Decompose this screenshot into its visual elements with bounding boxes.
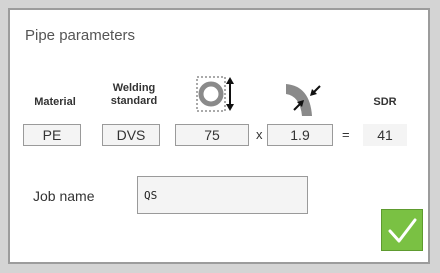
job-name-input[interactable]: QS [137,176,308,214]
wall-thickness-field[interactable]: 1.9 [267,124,333,146]
sdr-value: 41 [363,124,407,146]
pipe-diameter-icon [194,74,236,116]
checkmark-icon [388,218,417,243]
equals-symbol: = [342,127,350,142]
material-header: Material [34,96,76,108]
dialog-title: Pipe parameters [25,27,136,44]
confirm-button[interactable] [381,209,423,251]
sdr-header: SDR [373,96,397,108]
diameter-field[interactable]: 75 [175,124,249,146]
wall-thickness-icon [282,72,326,118]
welding-header-line1: Welding [112,82,156,94]
welding-standard-field[interactable]: DVS [102,124,160,146]
job-name-label: Job name [33,188,95,204]
pipe-parameters-dialog: Pipe parameters Material Welding standar… [8,8,430,264]
material-field[interactable]: PE [23,124,81,146]
welding-standard-header: Welding standard [104,82,164,108]
welding-header-line2: standard [110,95,158,107]
times-symbol: x [256,127,263,142]
